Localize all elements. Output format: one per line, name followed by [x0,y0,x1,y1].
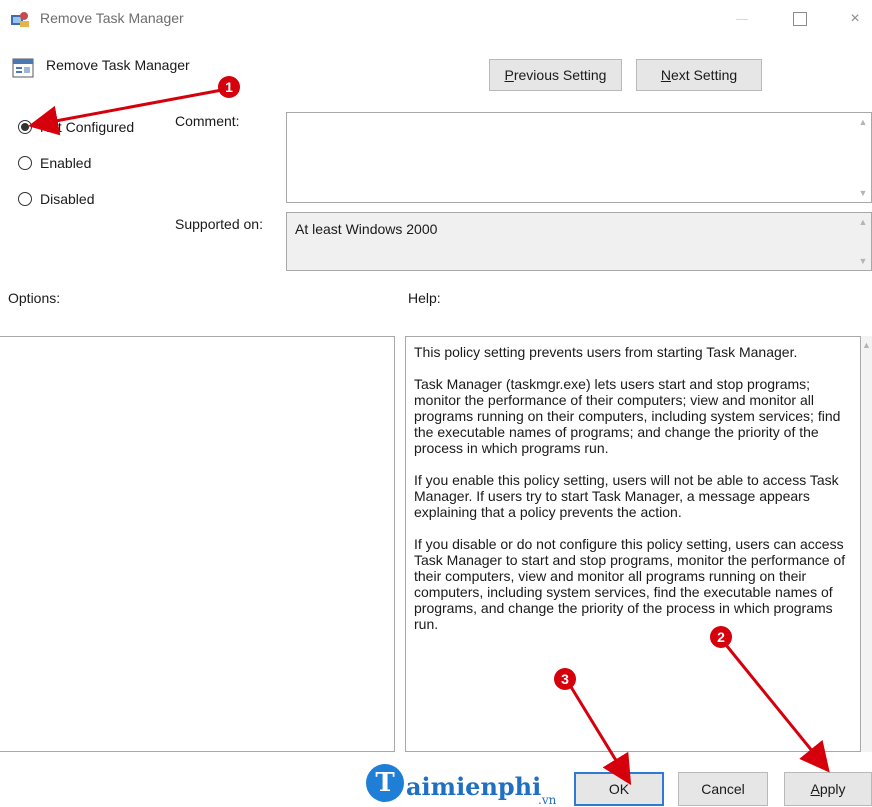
supported-scrollbar[interactable]: ▲ ▼ [855,213,871,270]
comment-label: Comment: [175,113,240,129]
close-button[interactable]: × [835,4,872,34]
supported-on-value: At least Windows 2000 [295,221,438,237]
scroll-down-icon[interactable]: ▼ [858,188,868,198]
policy-setting-icon [12,58,34,78]
scroll-down-icon[interactable]: ▼ [858,256,868,266]
help-label: Help: [408,290,441,306]
options-panel [0,336,395,752]
radio-disabled-indicator[interactable] [18,192,32,206]
next-setting-label: Next Setting [660,67,738,83]
window-title: Remove Task Manager [40,10,184,26]
radio-enabled-label: Enabled [40,155,92,171]
scroll-up-icon[interactable]: ▲ [858,217,868,227]
radio-disabled-label: Disabled [40,191,95,207]
watermark-letter: T [366,764,404,802]
options-label: Options: [8,290,61,306]
help-text: This policy setting prevents users from … [414,344,854,648]
cancel-button[interactable]: Cancel [678,772,768,806]
next-setting-button[interactable]: Next Setting [636,59,762,91]
annotation-badge-2: 2 [710,626,732,648]
annotation-badge-1: 1 [218,76,240,98]
watermark-text: aimienphi [406,772,542,801]
help-paragraph: If you disable or do not configure this … [414,536,846,632]
previous-setting-label: Previous Setting [504,67,607,83]
comment-textarea[interactable]: ▲ ▼ [286,112,872,203]
help-panel: This policy setting prevents users from … [405,336,861,752]
maximize-button[interactable] [780,4,820,34]
help-paragraph: Task Manager (taskmgr.exe) lets users st… [414,376,841,456]
group-policy-app-icon [11,12,29,27]
radio-enabled-indicator[interactable] [18,156,32,170]
radio-disabled[interactable]: Disabled [18,191,94,207]
scroll-up-icon[interactable]: ▲ [862,340,871,350]
radio-enabled[interactable]: Enabled [18,155,91,171]
ok-button[interactable]: OK [574,772,664,806]
minimize-button[interactable] [722,4,762,34]
supported-on-label: Supported on: [175,216,263,232]
apply-label: Apply [810,781,846,797]
watermark-sub: .vn [538,793,557,807]
annotation-badge-3: 3 [554,668,576,690]
watermark-logo: T aimienphi .vn [366,764,556,807]
help-scrollbar[interactable]: ▲ [861,336,872,752]
previous-setting-button[interactable]: Previous Setting [489,59,622,91]
help-paragraph: If you enable this policy setting, users… [414,472,839,520]
radio-not-configured-indicator[interactable] [18,120,32,134]
radio-not-configured-label: Not Configured [40,119,135,135]
scroll-up-icon[interactable]: ▲ [858,117,868,127]
comment-scrollbar[interactable]: ▲ ▼ [855,113,871,202]
supported-on-field: At least Windows 2000 ▲ ▼ [286,212,872,271]
apply-button[interactable]: Apply [784,772,872,806]
help-paragraph: This policy setting prevents users from … [414,344,798,360]
policy-name: Remove Task Manager [46,57,190,73]
radio-not-configured[interactable]: Not Configured [18,119,134,135]
